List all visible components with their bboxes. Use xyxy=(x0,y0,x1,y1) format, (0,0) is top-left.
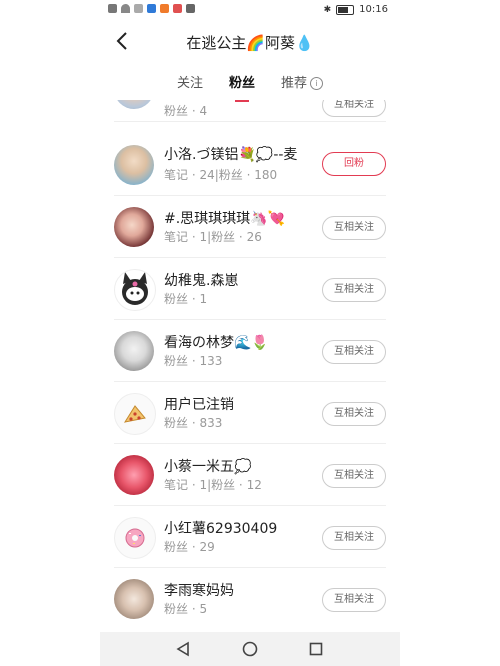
tab-recommend[interactable]: 推荐 i xyxy=(281,72,324,96)
donut-icon xyxy=(125,528,145,548)
avatar[interactable] xyxy=(114,269,156,311)
avatar[interactable] xyxy=(114,455,154,495)
mutual-follow-button[interactable]: 互相关注 xyxy=(322,402,386,426)
info-icon[interactable]: i xyxy=(310,77,324,90)
follower-name[interactable]: 幼稚鬼.森崽 xyxy=(164,270,238,290)
tab-followers-label: 粉丝 xyxy=(228,76,255,91)
system-nav-bar xyxy=(100,632,400,666)
follower-meta: 粉丝 · 29 xyxy=(164,540,215,554)
mutual-follow-button[interactable]: 互相关注 xyxy=(322,526,386,550)
row-divider xyxy=(114,121,386,122)
list-item[interactable]: 幼稚鬼.森崽 粉丝 · 1 互相关注 xyxy=(100,258,400,320)
follower-name[interactable]: 小红薯62930409 xyxy=(164,518,277,538)
follow-back-button[interactable]: 回粉 xyxy=(322,152,386,176)
follower-name[interactable]: 看海の林梦🌊🌷 xyxy=(164,332,269,352)
follower-name[interactable]: 李雨寒妈妈 xyxy=(164,580,234,600)
battery-icon xyxy=(336,4,355,15)
kuromi-icon xyxy=(122,272,148,305)
status-time: 10:16 xyxy=(359,4,388,15)
list-item[interactable]: 小洛.づ镁铝💐💭--麦 笔记 · 24|粉丝 · 180 回粉 xyxy=(100,134,400,196)
list-item[interactable]: 李雨寒妈妈 粉丝 · 5 互相关注 xyxy=(100,568,400,620)
follower-name[interactable]: 小洛.づ镁铝💐💭--麦 xyxy=(164,144,297,164)
avatar[interactable] xyxy=(114,100,154,109)
mutual-follow-button[interactable]: 互相关注 xyxy=(322,100,386,117)
follower-list: 粉丝 · 4 互相关注 小洛.づ镁铝💐💭--麦 笔记 · 24|粉丝 · 180… xyxy=(100,100,400,620)
notification-icon xyxy=(108,4,117,13)
follower-meta: 粉丝 · 1 xyxy=(164,292,208,306)
status-icons-right: ✱ 10:16 xyxy=(324,4,388,15)
list-item[interactable]: 小蔡一米五💭 笔记 · 1|粉丝 · 12 互相关注 xyxy=(100,444,400,506)
follower-name[interactable]: 小蔡一米五💭 xyxy=(164,456,251,476)
list-item[interactable]: 小红薯62930409 粉丝 · 29 互相关注 xyxy=(100,506,400,568)
mutual-follow-button[interactable]: 互相关注 xyxy=(322,340,386,364)
follower-meta: 笔记 · 1|粉丝 · 12 xyxy=(164,478,262,492)
follower-meta: 笔记 · 1|粉丝 · 26 xyxy=(164,230,262,244)
follower-name[interactable]: 用户已注销 xyxy=(164,394,234,414)
status-icons-left xyxy=(108,4,195,13)
tab-recommend-label: 推荐 xyxy=(281,76,308,91)
tab-following[interactable]: 关注 xyxy=(177,72,203,96)
follower-meta: 粉丝 · 5 xyxy=(164,602,208,616)
mutual-follow-button[interactable]: 互相关注 xyxy=(322,588,386,612)
follower-name[interactable]: #.思琪琪琪琪🦄💘 xyxy=(164,208,285,228)
bluetooth-icon: ✱ xyxy=(323,4,332,15)
wifi-icon xyxy=(121,4,130,13)
avatar[interactable] xyxy=(114,517,156,559)
mutual-follow-button[interactable]: 互相关注 xyxy=(322,216,386,240)
tab-following-label: 关注 xyxy=(176,76,203,91)
header: 在逃公主🌈阿葵💧 xyxy=(100,26,400,58)
app2-icon xyxy=(173,4,182,13)
mail-icon xyxy=(160,4,169,13)
chat-icon xyxy=(134,4,143,13)
list-item[interactable]: 粉丝 · 4 互相关注 xyxy=(100,100,400,122)
phone-screen: ✱ 10:16 在逃公主🌈阿葵💧 关注 粉丝 推荐 i 粉丝 · 4 互相关注 小… xyxy=(100,0,400,666)
follower-meta: 笔记 · 24|粉丝 · 180 xyxy=(164,168,278,182)
status-bar: ✱ 10:16 xyxy=(100,0,400,22)
avatar[interactable] xyxy=(114,145,154,185)
app-icon xyxy=(147,4,156,13)
mutual-follow-button[interactable]: 互相关注 xyxy=(322,278,386,302)
follower-meta: 粉丝 · 4 xyxy=(164,104,208,118)
avatar[interactable] xyxy=(114,207,154,247)
nav-recent-icon[interactable] xyxy=(307,640,325,658)
tab-followers[interactable]: 粉丝 xyxy=(228,72,255,102)
mutual-follow-button[interactable]: 互相关注 xyxy=(322,464,386,488)
page-title: 在逃公主🌈阿葵💧 xyxy=(186,34,314,52)
nav-back-icon[interactable] xyxy=(174,640,192,658)
follower-meta: 粉丝 · 133 xyxy=(164,354,223,368)
app3-icon xyxy=(186,4,195,13)
avatar[interactable] xyxy=(114,393,156,435)
list-item[interactable]: 用户已注销 粉丝 · 833 互相关注 xyxy=(100,382,400,444)
nav-home-icon[interactable] xyxy=(241,640,259,658)
avatar[interactable] xyxy=(114,579,154,619)
follower-meta: 粉丝 · 833 xyxy=(164,416,223,430)
list-item[interactable]: #.思琪琪琪琪🦄💘 笔记 · 1|粉丝 · 26 互相关注 xyxy=(100,196,400,258)
avatar[interactable] xyxy=(114,331,154,371)
tab-bar: 关注 粉丝 推荐 i xyxy=(100,72,400,102)
pizza-icon xyxy=(123,405,146,423)
list-item[interactable]: 看海の林梦🌊🌷 粉丝 · 133 互相关注 xyxy=(100,320,400,382)
